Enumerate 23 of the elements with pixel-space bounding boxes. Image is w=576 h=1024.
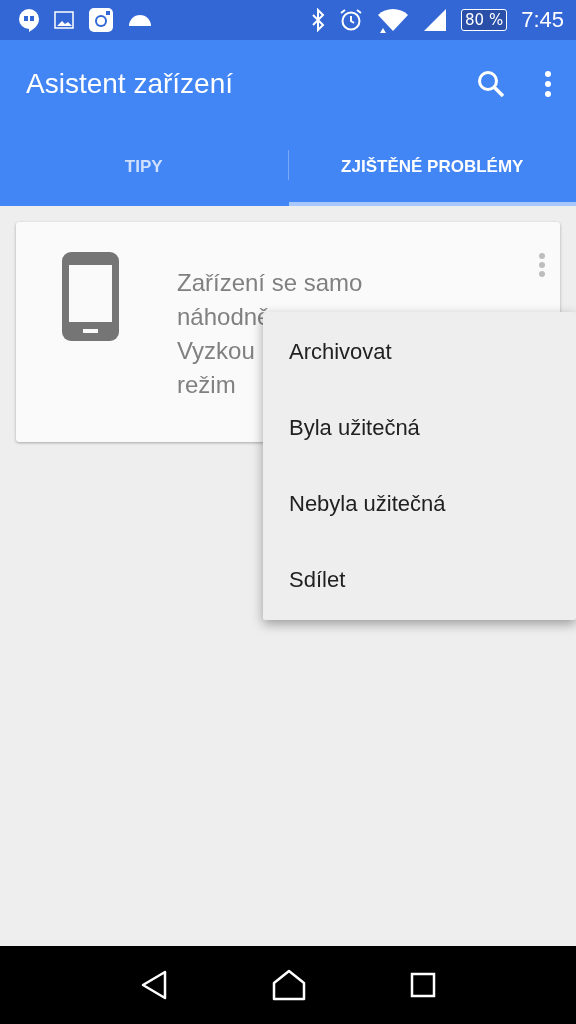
- menu-item[interactable]: Byla užitečná: [263, 390, 576, 466]
- bluetooth-icon: [311, 8, 326, 32]
- back-icon[interactable]: [140, 970, 168, 1000]
- wifi-icon: [377, 7, 410, 33]
- menu-item[interactable]: Nebyla užitečná: [263, 466, 576, 542]
- card-text: režim: [177, 370, 236, 400]
- tab[interactable]: ZJIŠTĚNÉ PROBLÉMY: [288, 128, 576, 206]
- dome-icon: [128, 13, 152, 27]
- signal-icon: [423, 8, 448, 32]
- card-text: Vyzkou: [177, 336, 255, 366]
- battery-indicator: 80 %: [461, 9, 508, 31]
- card-text: Zařízení se samo: [177, 268, 363, 298]
- menu-item[interactable]: Archivovat: [263, 314, 576, 390]
- recent-apps-icon[interactable]: [410, 972, 436, 998]
- clock-time: 7:45: [521, 7, 564, 33]
- app-title: Asistent zařízení: [26, 68, 234, 100]
- alarm-clock-icon: [339, 8, 364, 32]
- home-icon[interactable]: [272, 969, 306, 1001]
- menu-item[interactable]: Sdílet: [263, 542, 576, 618]
- smartphone-icon: [62, 252, 119, 341]
- hangouts-icon: [18, 8, 40, 32]
- camera-icon: [88, 7, 114, 33]
- image-icon: [54, 10, 74, 30]
